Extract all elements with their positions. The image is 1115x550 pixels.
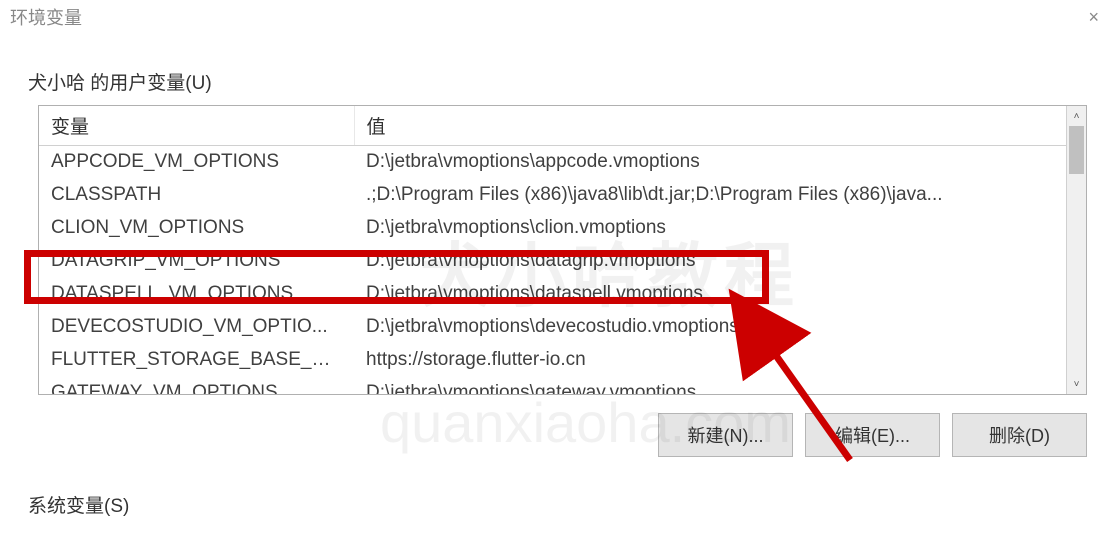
value-cell: D:\jetbra\vmoptions\gateway.vmoptions bbox=[354, 377, 1066, 395]
value-cell: D:\jetbra\vmoptions\appcode.vmoptions bbox=[354, 146, 1066, 179]
user-variables-label: 犬小哈 的用户变量(U) bbox=[28, 68, 1087, 95]
value-cell: D:\jetbra\vmoptions\dataspell.vmoptions bbox=[354, 278, 1066, 311]
value-cell: .;D:\Program Files (x86)\java8\lib\dt.ja… bbox=[354, 179, 1066, 212]
value-cell: D:\jetbra\vmoptions\devecostudio.vmoptio… bbox=[354, 311, 1066, 344]
new-button[interactable]: 新建(N)... bbox=[658, 413, 793, 457]
variable-cell: APPCODE_VM_OPTIONS bbox=[39, 146, 354, 179]
table-row[interactable]: DATAGRIP_VM_OPTIONSD:\jetbra\vmoptions\d… bbox=[39, 245, 1066, 278]
scroll-down-icon[interactable]: ˅ bbox=[1067, 374, 1086, 394]
variable-cell: DATASPELL_VM_OPTIONS bbox=[39, 278, 354, 311]
vertical-scrollbar[interactable]: ˄ ˅ bbox=[1066, 106, 1086, 394]
system-variables-label: 系统变量(S) bbox=[28, 491, 1087, 518]
variable-cell: DEVECOSTUDIO_VM_OPTIO... bbox=[39, 311, 354, 344]
table-row[interactable]: FLUTTER_STORAGE_BASE_URLhttps://storage.… bbox=[39, 344, 1066, 377]
value-cell: D:\jetbra\vmoptions\clion.vmoptions bbox=[354, 212, 1066, 245]
scroll-up-icon[interactable]: ˄ bbox=[1067, 106, 1086, 126]
user-buttons: 新建(N)... 编辑(E)... 删除(D) bbox=[28, 413, 1087, 457]
table-row[interactable]: GATEWAY_VM_OPTIONSD:\jetbra\vmoptions\ga… bbox=[39, 377, 1066, 395]
variable-cell: CLASSPATH bbox=[39, 179, 354, 212]
scroll-thumb[interactable] bbox=[1069, 126, 1084, 174]
value-cell: D:\jetbra\vmoptions\datagrip.vmoptions bbox=[354, 245, 1066, 278]
variable-cell: CLION_VM_OPTIONS bbox=[39, 212, 354, 245]
title-bar: 环境变量 × bbox=[0, 0, 1115, 38]
variable-cell: GATEWAY_VM_OPTIONS bbox=[39, 377, 354, 395]
edit-button[interactable]: 编辑(E)... bbox=[805, 413, 940, 457]
delete-button[interactable]: 删除(D) bbox=[952, 413, 1087, 457]
value-cell: https://storage.flutter-io.cn bbox=[354, 344, 1066, 377]
table-row[interactable]: DATASPELL_VM_OPTIONSD:\jetbra\vmoptions\… bbox=[39, 278, 1066, 311]
table-row[interactable]: CLION_VM_OPTIONSD:\jetbra\vmoptions\clio… bbox=[39, 212, 1066, 245]
variable-cell: FLUTTER_STORAGE_BASE_URL bbox=[39, 344, 354, 377]
table-header-row: 变量 值 bbox=[39, 106, 1066, 146]
variable-cell: DATAGRIP_VM_OPTIONS bbox=[39, 245, 354, 278]
table-row[interactable]: DEVECOSTUDIO_VM_OPTIO...D:\jetbra\vmopti… bbox=[39, 311, 1066, 344]
window-title: 环境变量 bbox=[10, 4, 82, 30]
column-value[interactable]: 值 bbox=[354, 106, 1066, 146]
content-area: 犬小哈 的用户变量(U) 变量 值 APPCODE_VM_OPTIONSD:\j… bbox=[0, 38, 1115, 518]
user-variables-table: 变量 值 APPCODE_VM_OPTIONSD:\jetbra\vmoptio… bbox=[38, 105, 1087, 395]
table-row[interactable]: APPCODE_VM_OPTIONSD:\jetbra\vmoptions\ap… bbox=[39, 146, 1066, 179]
column-variable[interactable]: 变量 bbox=[39, 106, 354, 146]
table-row[interactable]: CLASSPATH.;D:\Program Files (x86)\java8\… bbox=[39, 179, 1066, 212]
close-icon[interactable]: × bbox=[1082, 7, 1105, 28]
